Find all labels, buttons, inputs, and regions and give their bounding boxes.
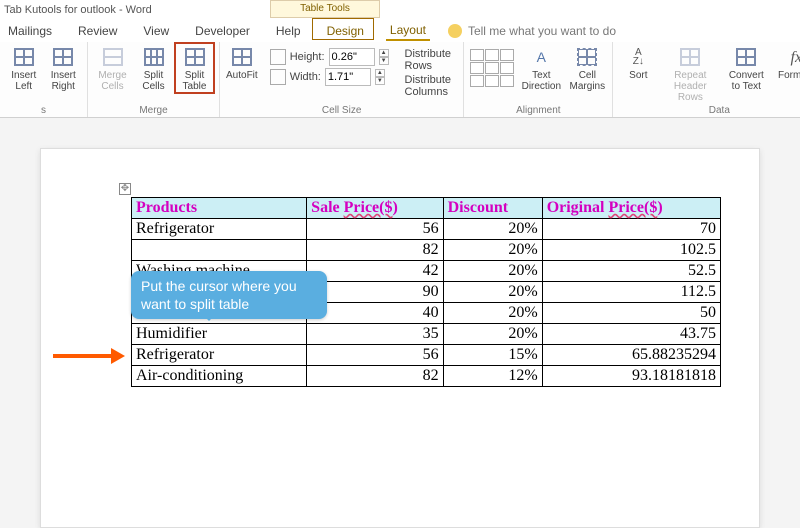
cell-original[interactable]: 112.5 (542, 282, 720, 303)
instruction-callout: Put the cursor where you want to split t… (131, 271, 327, 319)
table-row[interactable]: Humidifier3520%43.75 (132, 324, 721, 345)
table-row[interactable]: Refrigerator5620%70 (132, 219, 721, 240)
cell-discount[interactable]: 20% (443, 219, 542, 240)
layout-tab-highlight (312, 18, 374, 40)
distribute-rows-button[interactable]: Distribute Rows (401, 48, 458, 72)
autofit-button[interactable]: AutoFit (226, 44, 258, 81)
cell-original[interactable]: 93.18181818 (542, 366, 720, 387)
repeat-header-rows-button[interactable]: RepeatHeader Rows (661, 44, 719, 103)
table-row[interactable]: 8220%102.5 (132, 240, 721, 261)
sort-icon: AZ↓ (627, 46, 649, 68)
th-sale-price[interactable]: Sale Price($) (307, 198, 443, 219)
sort-button[interactable]: AZ↓ Sort (619, 44, 657, 81)
cell-original[interactable]: 50 (542, 303, 720, 324)
cell-sale[interactable]: 82 (307, 366, 443, 387)
cell-sale[interactable]: 82 (307, 240, 443, 261)
table-row[interactable]: Air-conditioning8212%93.18181818 (132, 366, 721, 387)
page[interactable]: ✥ Products Sale Price($) Discount Origin… (40, 148, 760, 528)
height-icon (270, 49, 286, 65)
formula-button[interactable]: fx Formula (773, 44, 800, 81)
table-header-row[interactable]: Products Sale Price($) Discount Original… (132, 198, 721, 219)
group-label-alignment: Alignment (470, 105, 606, 117)
cell-discount[interactable]: 20% (443, 303, 542, 324)
cell-discount[interactable]: 20% (443, 261, 542, 282)
cell-margins-button[interactable]: CellMargins (568, 44, 606, 92)
group-label-cellsize: Cell Size (226, 105, 457, 117)
cell-sale[interactable]: 90 (307, 282, 443, 303)
th-original-price[interactable]: Original Price($) (542, 198, 720, 219)
group-label-rows-cols: s (6, 105, 81, 117)
cell-original[interactable]: 70 (542, 219, 720, 240)
pointer-arrow (53, 349, 125, 363)
cell-sale[interactable]: 56 (307, 345, 443, 366)
cell-original[interactable]: 102.5 (542, 240, 720, 261)
cell-product[interactable]: Refrigerator (132, 219, 307, 240)
ribbon-tabs: Mailings Review View Developer Help Desi… (0, 20, 800, 42)
alignment-grid[interactable] (470, 49, 514, 87)
cell-sale[interactable]: 42 (307, 261, 443, 282)
cell-product[interactable]: Air-conditioning (132, 366, 307, 387)
th-discount[interactable]: Discount (443, 198, 542, 219)
tab-review[interactable]: Review (74, 22, 121, 40)
document-area[interactable]: ✥ Products Sale Price($) Discount Origin… (0, 118, 800, 528)
tab-developer[interactable]: Developer (191, 22, 254, 40)
th-products[interactable]: Products (132, 198, 307, 219)
formula-icon: fx (785, 46, 800, 68)
distribute-columns-button[interactable]: Distribute Columns (401, 74, 458, 98)
width-label: Width: (290, 71, 321, 83)
cell-sale[interactable]: 40 (307, 303, 443, 324)
width-icon (270, 69, 286, 85)
table-row[interactable]: Refrigerator5615%65.88235294 (132, 345, 721, 366)
insert-left-button[interactable]: InsertLeft (6, 44, 42, 92)
table-tools-contextual-tab[interactable]: Table Tools (270, 0, 380, 18)
ribbon: InsertLeft InsertRight s MergeCells Spli… (0, 42, 800, 118)
split-cells-button[interactable]: SplitCells (135, 44, 172, 92)
cell-discount[interactable]: 20% (443, 240, 542, 261)
tab-layout[interactable]: Layout (386, 21, 430, 41)
cell-product[interactable]: Humidifier (132, 324, 307, 345)
tab-help[interactable]: Help (272, 22, 305, 40)
cell-discount[interactable]: 15% (443, 345, 542, 366)
convert-to-text-button[interactable]: Convertto Text (723, 44, 769, 92)
cell-discount[interactable]: 20% (443, 282, 542, 303)
group-label-merge: Merge (94, 105, 213, 117)
cell-product[interactable]: Refrigerator (132, 345, 307, 366)
merge-cells-button[interactable]: MergeCells (94, 44, 131, 92)
cell-product[interactable] (132, 240, 307, 261)
width-input[interactable] (325, 68, 371, 86)
cell-sale[interactable]: 56 (307, 219, 443, 240)
cell-original[interactable]: 52.5 (542, 261, 720, 282)
text-direction-button[interactable]: A TextDirection (522, 44, 560, 92)
tell-me-placeholder: Tell me what you want to do (468, 24, 616, 38)
cell-sale[interactable]: 35 (307, 324, 443, 345)
width-spinner[interactable]: ▲▼ (375, 69, 385, 85)
bulb-icon (448, 24, 462, 38)
title-bar: Tab Kutools for outlook - Word (0, 0, 800, 20)
tab-view[interactable]: View (139, 22, 173, 40)
tab-mailings[interactable]: Mailings (4, 22, 56, 40)
cell-discount[interactable]: 12% (443, 366, 542, 387)
height-label: Height: (290, 51, 325, 63)
split-table-button[interactable]: SplitTable (176, 44, 213, 92)
group-label-data: Data (619, 105, 800, 117)
height-spinner[interactable]: ▲▼ (379, 49, 389, 65)
tell-me-search[interactable]: Tell me what you want to do (448, 24, 616, 38)
insert-right-button[interactable]: InsertRight (46, 44, 82, 92)
cell-original[interactable]: 43.75 (542, 324, 720, 345)
cell-original[interactable]: 65.88235294 (542, 345, 720, 366)
cell-discount[interactable]: 20% (443, 324, 542, 345)
height-input[interactable] (329, 48, 375, 66)
window-title: Tab Kutools for outlook - Word (4, 4, 152, 16)
table-move-handle[interactable]: ✥ (119, 183, 131, 195)
